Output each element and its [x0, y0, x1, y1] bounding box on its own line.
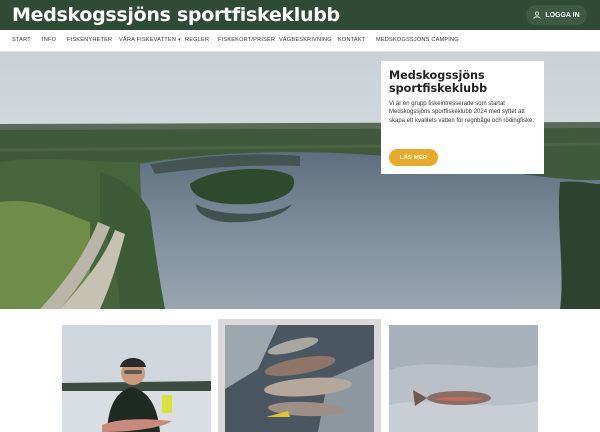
photo-gallery: [0, 309, 600, 432]
nav-item-camping[interactable]: MEDSKOGSSJÖNS CAMPING: [376, 37, 459, 43]
nav-item-label: VÅRA FISKEVATTEN: [119, 37, 177, 43]
main-nav: START INFO FISKENYHETER VÅRA FISKEVATTEN…: [0, 30, 600, 52]
nav-item-fiskekort-priser[interactable]: FISKEKORT/PRISER: [218, 37, 275, 43]
nav-item-kontakt[interactable]: KONTAKT: [338, 37, 365, 43]
hero-card: Medskogssjöns sportfiskeklubb Vi är en g…: [381, 61, 544, 174]
fish-on-ice-photo: [225, 325, 374, 432]
chevron-down-icon: ▾: [178, 37, 181, 43]
fish-on-snow-photo: [389, 325, 538, 432]
nav-item-vara-fiskevatten[interactable]: VÅRA FISKEVATTEN ▾: [119, 37, 181, 43]
site-title[interactable]: Medskogssjöns sportfiskeklubb: [12, 4, 340, 26]
gallery-photo-angler[interactable]: [62, 325, 211, 432]
user-icon: [533, 11, 541, 19]
site-header: Medskogssjöns sportfiskeklubb LOGGA IN: [0, 0, 600, 30]
read-more-button[interactable]: LÄS MER: [389, 149, 438, 166]
nav-item-info[interactable]: INFO: [42, 37, 56, 43]
login-button[interactable]: LOGGA IN: [526, 5, 587, 25]
gallery-photo-fish-on-ice[interactable]: [218, 319, 381, 432]
hero-text: Vi är en grupp fiskeintresserade som sta…: [389, 101, 535, 124]
angler-photo: [62, 325, 211, 432]
hero-title: Medskogssjöns sportfiskeklubb: [389, 69, 488, 95]
nav-item-fiskenyheter[interactable]: FISKENYHETER: [67, 37, 112, 43]
nav-item-regler[interactable]: REGLER: [185, 37, 209, 43]
login-label: LOGGA IN: [545, 11, 580, 19]
nav-item-start[interactable]: START: [12, 37, 31, 43]
gallery-photo-fish-on-snow[interactable]: [389, 325, 538, 432]
nav-item-vagbeskrivning[interactable]: VÄGBESKRIVNING: [279, 37, 332, 43]
